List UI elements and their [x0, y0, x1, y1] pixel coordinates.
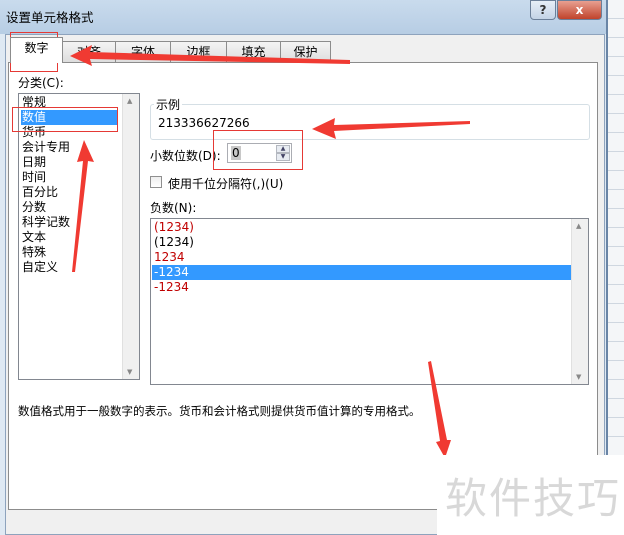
watermark: 软件技巧	[437, 455, 624, 535]
arrow-to-number-tab	[70, 45, 350, 66]
arrow-to-category	[72, 140, 94, 272]
arrow-to-sample	[312, 118, 470, 139]
arrow-to-description	[428, 361, 451, 458]
tab-number[interactable]: 数字	[10, 37, 63, 63]
